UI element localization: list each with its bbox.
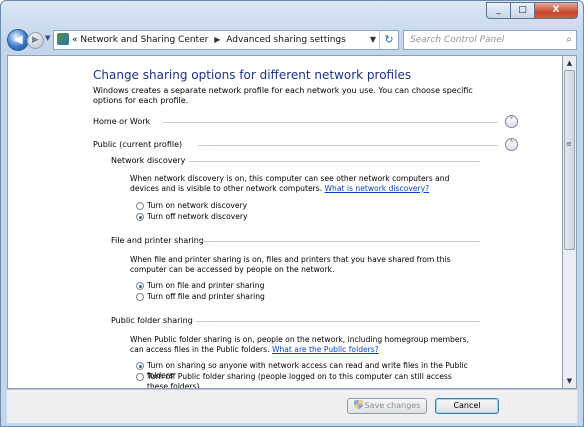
divider <box>196 241 480 242</box>
maximize-button[interactable]: □ <box>511 2 535 19</box>
minimize-button[interactable]: _ <box>486 2 511 19</box>
radio-label: Turn off file and printer sharing <box>147 292 265 301</box>
section-title-file-printer: File and printer sharing <box>111 236 204 245</box>
section-title-network-discovery: Network discovery <box>111 156 186 165</box>
network-discovery-help-link[interactable]: What is network discovery? <box>325 184 430 193</box>
vertical-scrollbar[interactable]: ▲ ≡ ▼ <box>563 55 577 389</box>
explorer-window: _ □ X ◀ ▶ ▼ « Network and Sharing Center… <box>0 0 584 427</box>
breadcrumb-network-sharing-center[interactable]: Network and Sharing Center <box>80 35 208 45</box>
radio-label: Turn on file and printer sharing <box>147 281 265 290</box>
navigation-bar: ◀ ▶ ▼ « Network and Sharing Center ▶ Adv… <box>7 29 577 51</box>
page-title: Change sharing options for different net… <box>93 68 412 82</box>
address-bar[interactable]: « Network and Sharing Center ▶ Advanced … <box>53 30 399 50</box>
cancel-button[interactable]: Cancel <box>435 398 499 414</box>
network-discovery-description: When network discovery is on, this compu… <box>130 174 480 194</box>
footer-bar: Save changes Cancel <box>7 389 577 423</box>
radio-public-folder-off[interactable]: Turn off Public folder sharing (people l… <box>136 372 467 389</box>
control-panel-icon <box>57 33 69 45</box>
scroll-up-icon[interactable]: ▲ <box>563 56 576 70</box>
save-label: Save changes <box>364 401 421 410</box>
close-button[interactable]: X <box>535 2 578 19</box>
grip-icon: ≡ <box>566 140 572 148</box>
chevron-up-icon[interactable]: ˄ <box>505 138 518 151</box>
radio-file-printer-on[interactable]: Turn on file and printer sharing <box>136 281 265 291</box>
radio-button[interactable] <box>136 202 144 210</box>
section-title-public-folder: Public folder sharing <box>111 316 193 325</box>
public-folders-help-link[interactable]: What are the Public folders? <box>272 345 379 354</box>
radio-label: Turn off Public folder sharing (people l… <box>147 372 452 389</box>
breadcrumb-advanced-sharing[interactable]: Advanced sharing settings <box>226 35 346 45</box>
radio-network-discovery-off[interactable]: Turn off network discovery <box>136 212 248 222</box>
chevron-down-icon[interactable]: ˅ <box>505 115 518 128</box>
back-icon[interactable]: ◀ <box>7 29 29 51</box>
page-intro: Windows creates a separate network profi… <box>93 86 473 105</box>
scrollbar-thumb[interactable] <box>564 70 575 250</box>
profile-public[interactable]: Public (current profile) ˄ <box>93 138 518 151</box>
profile-home-work[interactable]: Home or Work ˅ <box>93 115 518 128</box>
address-dropdown-icon[interactable]: ▼ <box>370 31 376 49</box>
file-printer-description: When file and printer sharing is on, fil… <box>130 255 451 274</box>
breadcrumb-prefix[interactable]: « <box>72 35 78 45</box>
breadcrumb-separator-icon[interactable]: ▶ <box>214 35 220 44</box>
recent-pages-icon[interactable]: ▼ <box>45 34 50 42</box>
divider <box>196 321 480 322</box>
search-placeholder: Search Control Panel <box>410 35 505 45</box>
radio-button-selected[interactable] <box>136 282 144 290</box>
radio-button[interactable] <box>136 293 144 301</box>
divider <box>189 161 480 162</box>
radio-label: Turn off network discovery <box>147 212 248 221</box>
caption-buttons: _ □ X <box>486 2 578 19</box>
divider <box>198 145 498 146</box>
forward-icon[interactable]: ▶ <box>27 32 44 49</box>
radio-label: Turn on network discovery <box>147 201 248 210</box>
refresh-icon[interactable]: ↻ <box>379 31 398 49</box>
divider <box>163 122 498 123</box>
radio-button-selected[interactable] <box>136 213 144 221</box>
profile-label: Public (current profile) <box>93 140 183 149</box>
settings-content: Change sharing options for different net… <box>7 55 563 389</box>
radio-network-discovery-on[interactable]: Turn on network discovery <box>136 201 248 211</box>
public-folder-description: When Public folder sharing is on, people… <box>130 335 480 355</box>
search-icon[interactable]: ⌕ <box>566 31 572 49</box>
scroll-down-icon[interactable]: ▼ <box>563 374 576 388</box>
radio-button-selected[interactable] <box>136 362 144 370</box>
radio-file-printer-off[interactable]: Turn off file and printer sharing <box>136 292 265 302</box>
radio-button[interactable] <box>136 373 144 381</box>
save-changes-button[interactable]: Save changes <box>347 398 427 414</box>
profile-label: Home or Work <box>93 117 151 126</box>
search-input[interactable]: Search Control Panel ⌕ <box>403 30 577 50</box>
shield-icon <box>353 400 363 409</box>
